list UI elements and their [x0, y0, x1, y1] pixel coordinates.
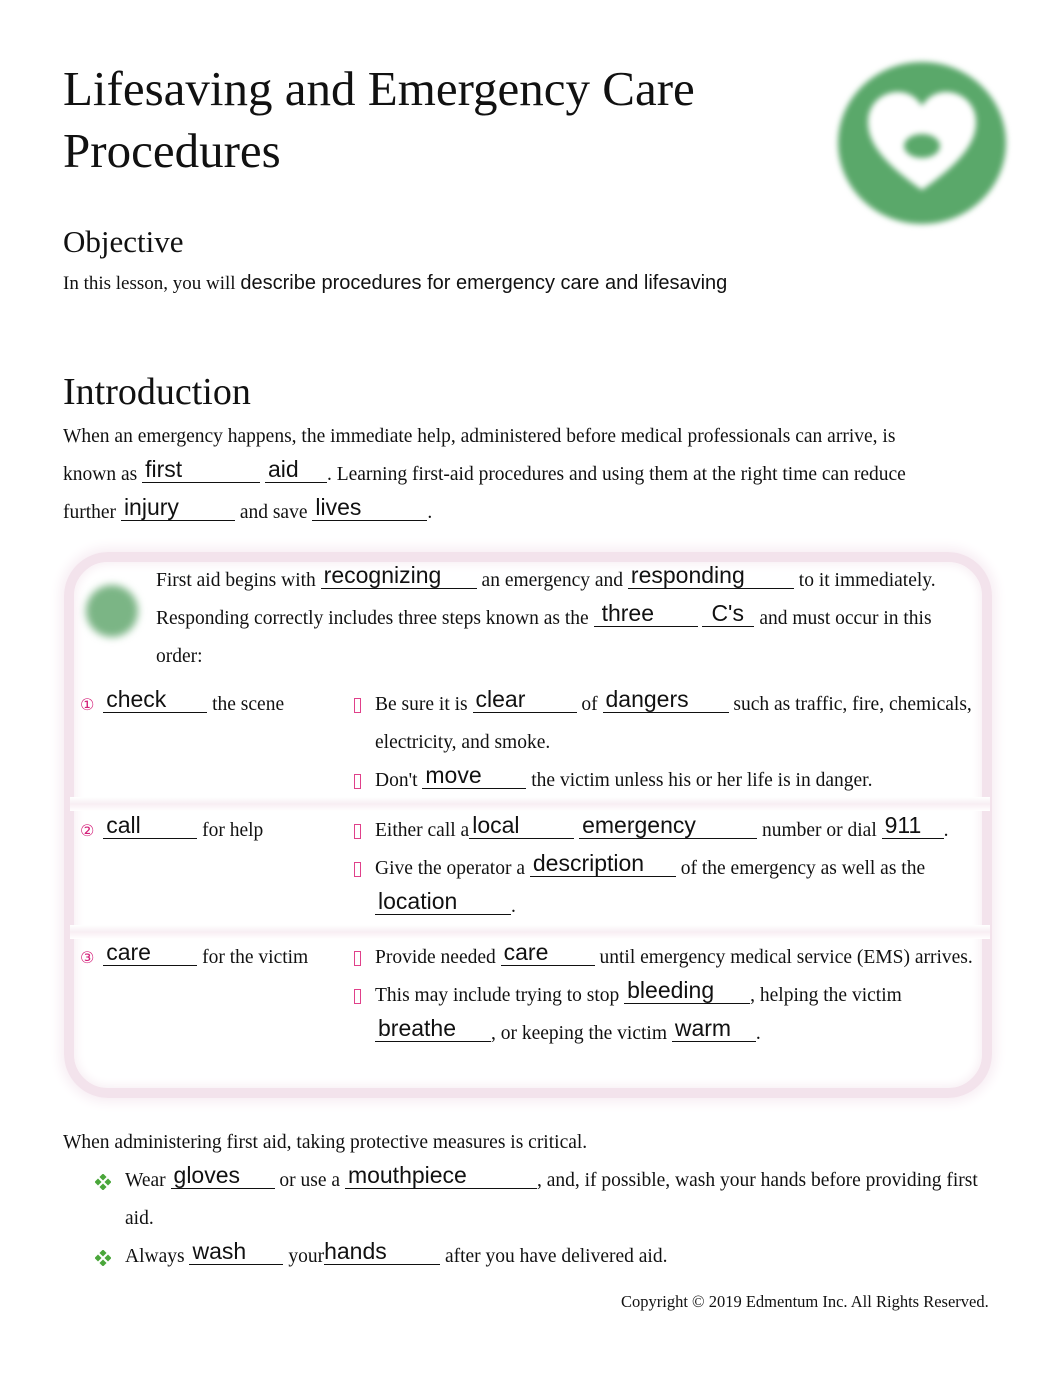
objective-answer: describe procedures for emergency care a… — [240, 272, 728, 294]
step-number-2: ② — [80, 821, 95, 840]
callout-intro: First aid begins with recognizing an eme… — [156, 562, 986, 676]
step-2: ② call for help — [80, 812, 263, 850]
blank-gloves[interactable]: gloves — [170, 1162, 275, 1189]
page-title: Lifesaving and Emergency Care Procedures — [63, 61, 695, 178]
blank-mouthpiece[interactable]: mouthpiece — [344, 1162, 537, 1189]
list-item: Don't move the victim unless his or her … — [352, 762, 982, 800]
step-3-bullets: Provide needed care until emergency medi… — [352, 939, 982, 1053]
step-number-3: ③ — [80, 948, 95, 967]
objective-text: In this lesson, you will describe proced… — [63, 272, 727, 295]
intro-text: When an emergency happens, the immediate… — [63, 426, 896, 447]
blank-location[interactable]: location — [375, 888, 511, 915]
blank-first[interactable]: first — [142, 456, 261, 483]
blank-emergency[interactable]: emergency — [579, 812, 758, 839]
divider — [70, 925, 990, 939]
bullet-icon — [354, 824, 361, 839]
blank-dangers[interactable]: dangers — [602, 686, 729, 713]
callout-text: First aid begins with — [156, 570, 316, 591]
blank-three[interactable]: three — [593, 600, 698, 627]
step-label: for the victim — [202, 947, 309, 968]
copyright: Copyright © 2019 Edmentum Inc. All Right… — [621, 1292, 989, 1311]
blank-call[interactable]: call — [103, 812, 198, 839]
blank-responding[interactable]: responding — [627, 562, 794, 589]
intro-text: and save — [239, 502, 308, 523]
step-1: ① check the scene — [80, 686, 284, 724]
blank-care[interactable]: care — [103, 939, 198, 966]
callout-text: to it immediately. — [798, 570, 936, 591]
step-label: the scene — [212, 694, 285, 715]
blank-care-2[interactable]: care — [500, 939, 595, 966]
intro-text: known as — [63, 464, 138, 485]
intro-text: . — [427, 502, 433, 523]
protection-list: Wear gloves or use a mouthpiece, and, if… — [95, 1162, 985, 1276]
bullet-icon — [354, 698, 361, 713]
blank-aid[interactable]: aid — [264, 456, 327, 483]
tip-icon — [86, 585, 138, 637]
step-number-1: ① — [80, 695, 95, 714]
blank-cs[interactable]: C's — [702, 600, 755, 627]
list-item: Wear gloves or use a mouthpiece, and, if… — [95, 1162, 985, 1238]
blank-local[interactable]: local — [469, 812, 575, 839]
blank-bleeding[interactable]: bleeding — [624, 977, 751, 1004]
blank-check[interactable]: check — [103, 686, 208, 713]
introduction-paragraph: When an emergency happens, the immediate… — [63, 418, 973, 532]
callout-text: an emergency and — [481, 570, 624, 591]
list-item: Provide needed care until emergency medi… — [352, 939, 982, 977]
blank-recognizing[interactable]: recognizing — [320, 562, 477, 589]
heart-icon — [838, 62, 1006, 224]
objective-lead: In this lesson, you will — [63, 273, 236, 294]
callout-text: order: — [156, 646, 203, 667]
list-item: Be sure it is clear of dangers such as t… — [352, 686, 982, 762]
blank-move[interactable]: move — [422, 762, 527, 789]
diamond-bullet-icon — [95, 1174, 111, 1190]
blank-clear[interactable]: clear — [472, 686, 577, 713]
blank-hands[interactable]: hands — [324, 1238, 441, 1265]
list-item: Either call a local emergency number or d… — [352, 812, 982, 850]
callout-text: and must occur in this — [759, 608, 932, 629]
blank-911[interactable]: 911 — [881, 812, 944, 839]
objective-heading: Objective — [63, 224, 184, 259]
protection-intro: When administering first aid, taking pro… — [63, 1132, 588, 1153]
bullet-icon — [354, 774, 361, 789]
introduction-heading: Introduction — [63, 371, 251, 413]
bullet-icon — [354, 951, 361, 966]
blank-breathe[interactable]: breathe — [375, 1015, 491, 1042]
blank-description[interactable]: description — [529, 850, 676, 877]
step-1-bullets: Be sure it is clear of dangers such as t… — [352, 686, 982, 800]
blank-lives[interactable]: lives — [312, 494, 428, 521]
callout-text: Responding correctly includes three step… — [156, 608, 589, 629]
blank-warm[interactable]: warm — [671, 1015, 756, 1042]
list-item: This may include trying to stop bleeding… — [352, 977, 982, 1053]
intro-text: further — [63, 502, 117, 523]
bullet-icon — [354, 989, 361, 1004]
bullet-icon — [354, 862, 361, 877]
step-label: for help — [202, 820, 264, 841]
list-item: Give the operator a description of the e… — [352, 850, 982, 926]
intro-text: . Learning first-aid procedures and usin… — [326, 464, 906, 485]
blank-wash[interactable]: wash — [189, 1238, 284, 1265]
diamond-bullet-icon — [95, 1250, 111, 1266]
blank-injury[interactable]: injury — [120, 494, 235, 521]
step-2-bullets: Either call a local emergency number or d… — [352, 812, 982, 926]
step-3: ③ care for the victim — [80, 939, 308, 977]
list-item: Always wash your hands after you have del… — [95, 1238, 985, 1276]
